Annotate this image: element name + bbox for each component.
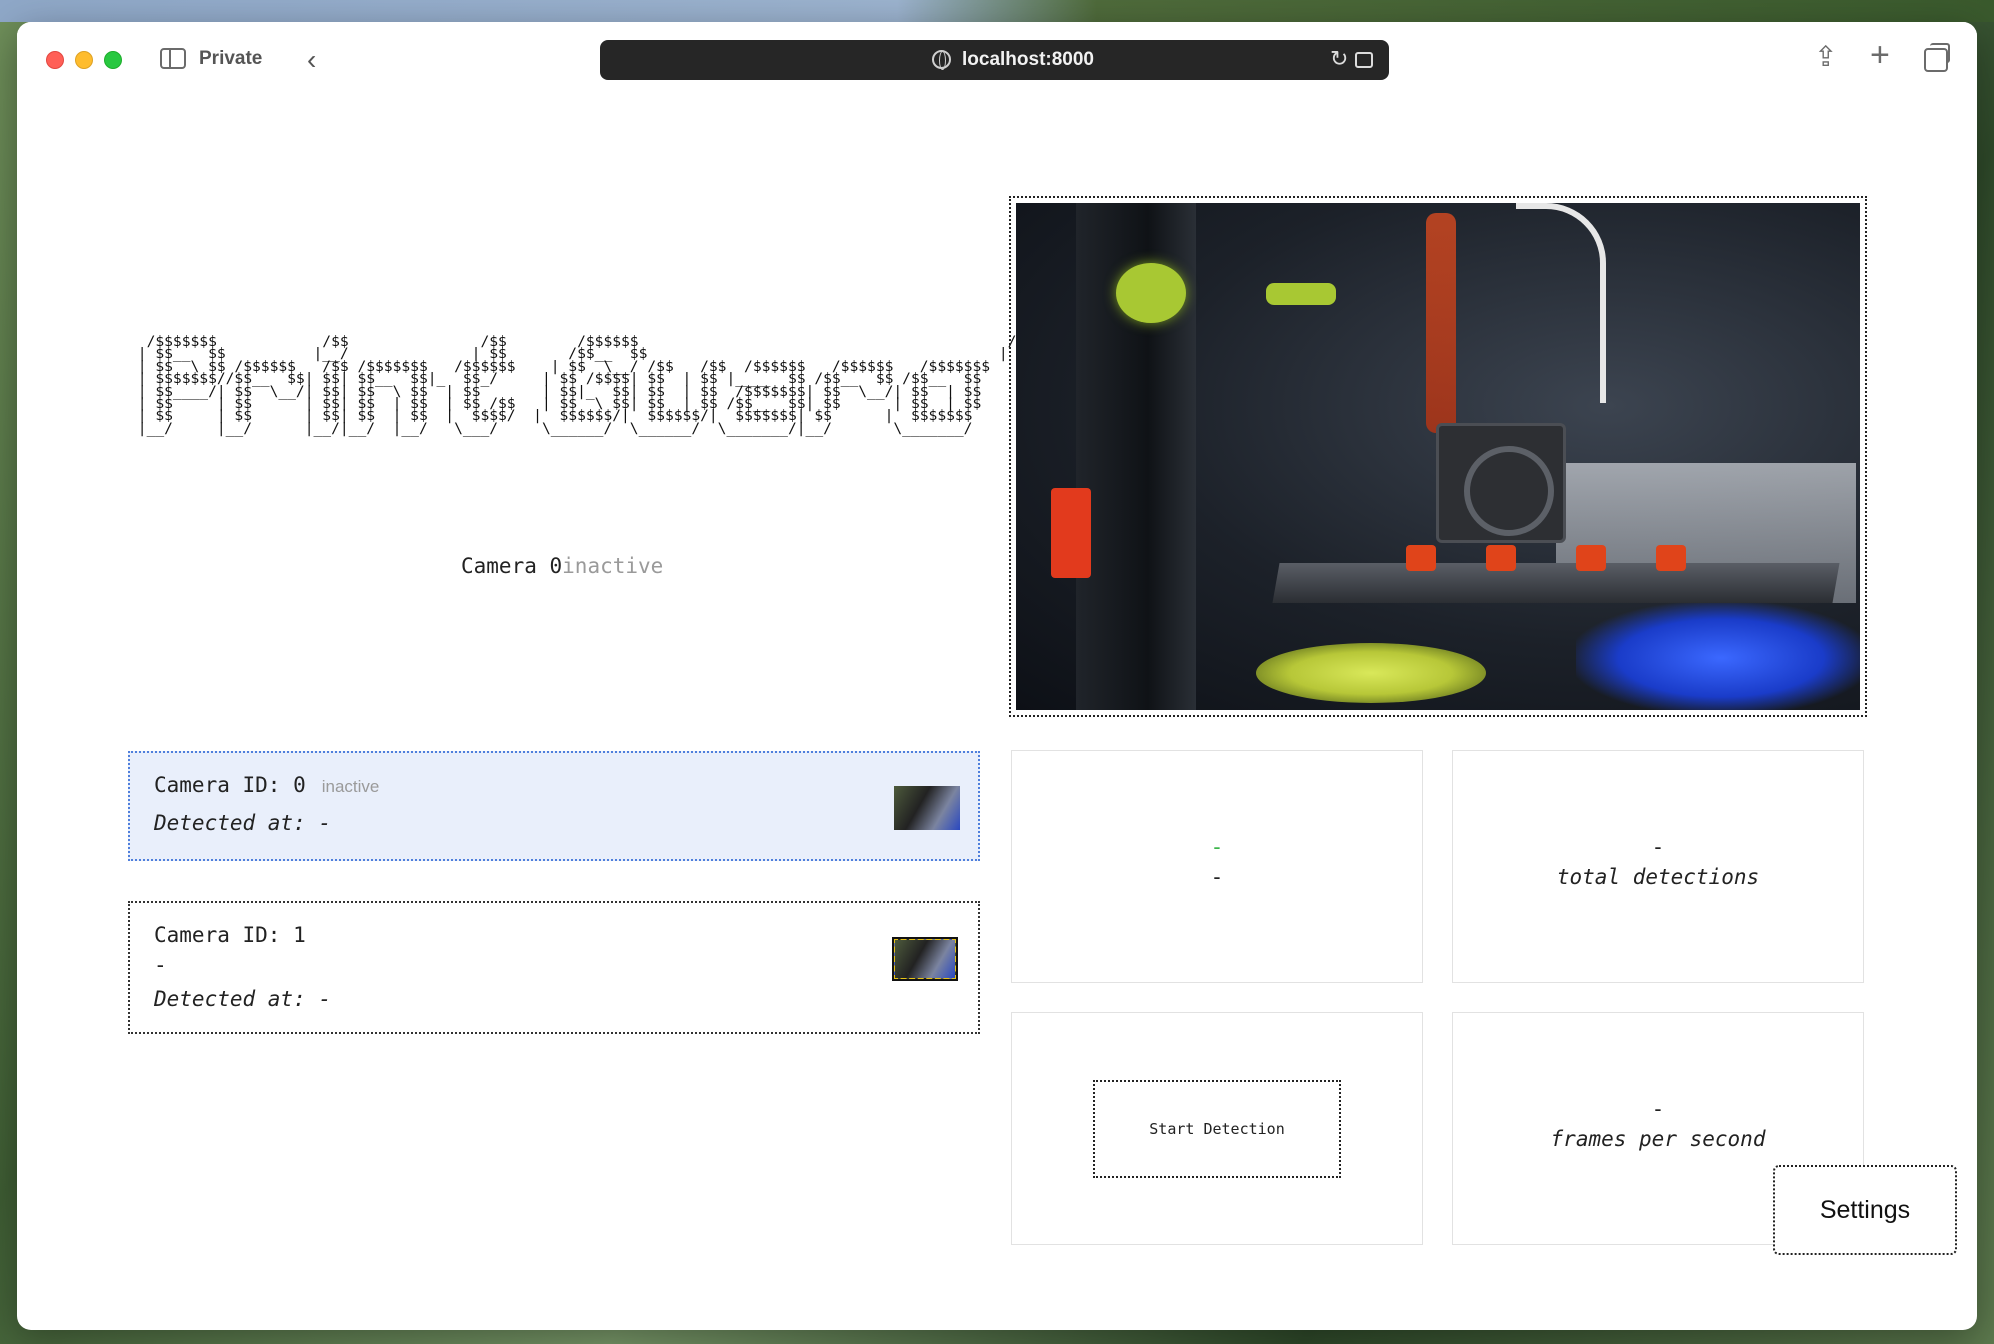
- browser-window: Private ‹ localhost:8000 ↻ ⇪ + /$$$$$$$ …: [17, 22, 1977, 1330]
- camera-id-label: Camera ID: 0: [154, 773, 306, 797]
- zoom-window-button[interactable]: [104, 51, 122, 69]
- camera-thumbnail: [892, 937, 958, 981]
- camera-thumbnail: [894, 786, 960, 830]
- tab-overview-icon[interactable]: [1924, 43, 1950, 72]
- total-detections-label: total detections: [1556, 865, 1760, 889]
- reader-icon[interactable]: [1355, 52, 1373, 68]
- camera-status-state: inactive: [562, 554, 664, 578]
- back-arrow-icon[interactable]: ‹: [307, 44, 316, 76]
- detected-at-label: Detected at: -: [154, 811, 332, 835]
- camera-feed-image: [1016, 203, 1860, 710]
- reload-icon[interactable]: ↻: [1330, 46, 1348, 72]
- detected-at-label: Detected at: -: [154, 987, 332, 1011]
- globe-icon: [932, 50, 951, 70]
- status-value: -: [1210, 865, 1224, 889]
- status-indicator: -: [1210, 835, 1224, 859]
- camera-feed: [1009, 196, 1867, 717]
- ascii-logo: /$$$$$$$ /$$ /$$ /$$$$$$ /$$ | $$__ $$ |…: [137, 333, 1034, 437]
- total-detections-value: -: [1651, 835, 1665, 859]
- detection-control-panel: Start Detection: [1011, 1012, 1423, 1245]
- camera-card-0[interactable]: Camera ID: 0 inactive Detected at: -: [128, 751, 980, 861]
- minimize-window-button[interactable]: [75, 51, 93, 69]
- camera-status-label: Camera 0: [461, 554, 563, 578]
- sidebar-toggle-icon[interactable]: [160, 48, 186, 69]
- settings-button[interactable]: Settings: [1773, 1165, 1957, 1255]
- page-content: /$$$$$$$ /$$ /$$ /$$$$$$ /$$ | $$__ $$ |…: [17, 98, 1977, 1330]
- private-label: Private: [199, 48, 263, 69]
- share-icon[interactable]: ⇪: [1814, 40, 1837, 73]
- camera-state-badge: -: [154, 953, 167, 977]
- camera-card-1[interactable]: Camera ID: 1 - Detected at: -: [128, 901, 980, 1034]
- new-tab-icon[interactable]: +: [1870, 36, 1890, 75]
- desktop-background: [0, 0, 1994, 22]
- camera-status-heading: Camera 0inactive: [461, 554, 663, 578]
- close-window-button[interactable]: [46, 51, 64, 69]
- address-bar-url: localhost:8000: [962, 49, 1094, 70]
- camera-id-label: Camera ID: 1: [154, 923, 306, 947]
- start-detection-button[interactable]: Start Detection: [1093, 1080, 1341, 1178]
- fps-value: -: [1651, 1097, 1665, 1121]
- status-panel: - -: [1011, 750, 1423, 983]
- browser-toolbar: Private ‹ localhost:8000 ↻ ⇪ +: [17, 22, 1977, 98]
- address-bar[interactable]: localhost:8000 ↻: [600, 40, 1389, 80]
- camera-state-badge: inactive: [321, 777, 380, 796]
- fps-label: frames per second: [1550, 1127, 1766, 1151]
- total-detections-panel: - total detections: [1452, 750, 1864, 983]
